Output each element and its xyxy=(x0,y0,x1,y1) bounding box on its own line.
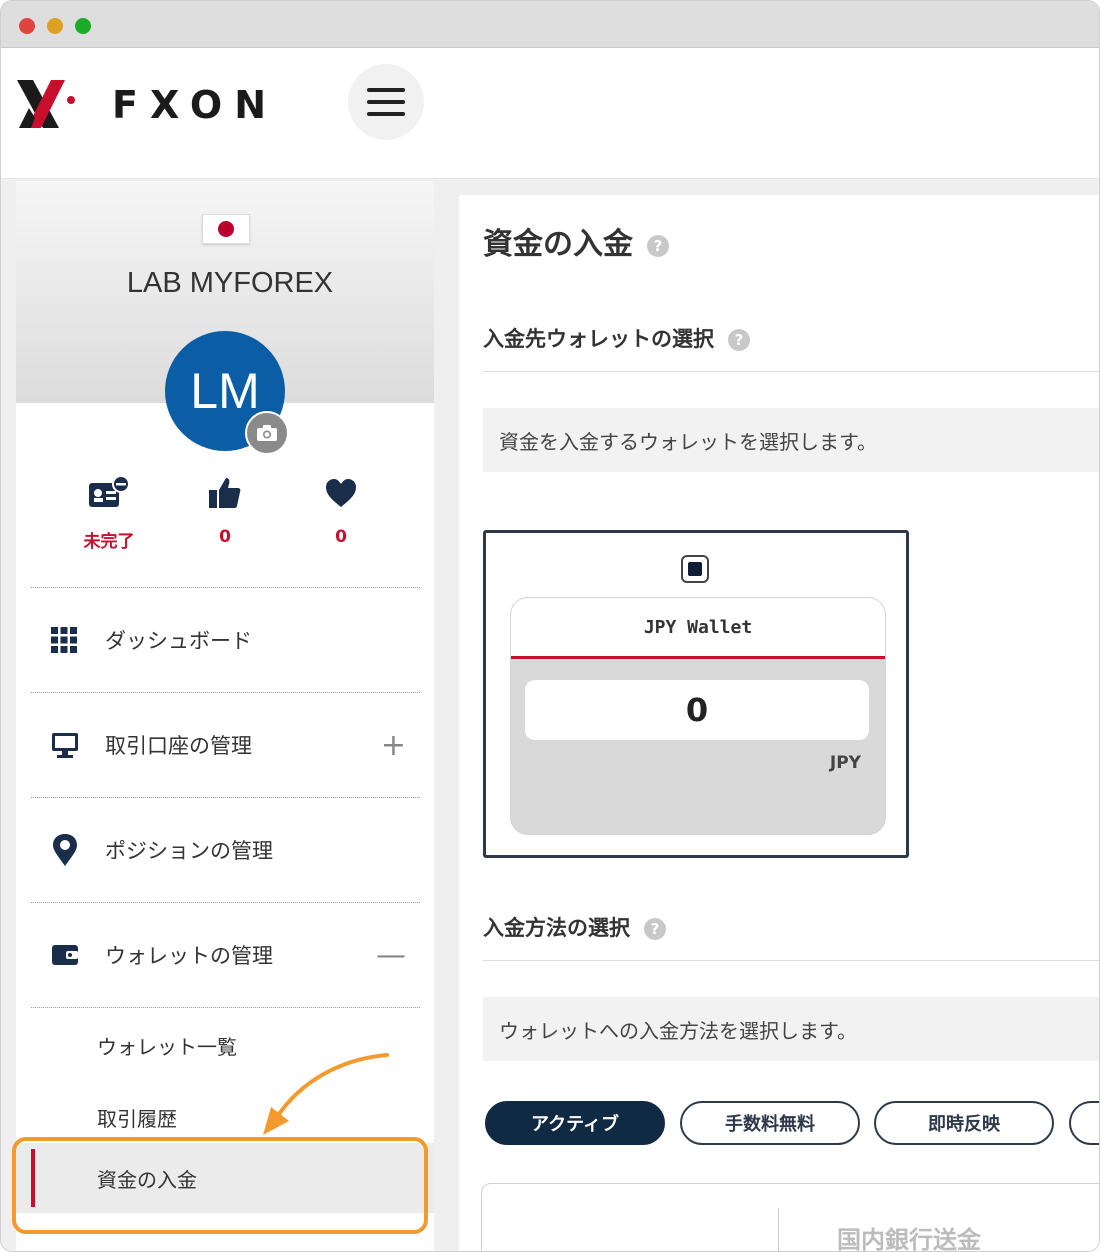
sidebar-item-label: ダッシュボード xyxy=(105,629,252,653)
filter-no-fee-button[interactable]: 手数料無料 xyxy=(680,1101,860,1145)
stat-verification[interactable]: 未完了 xyxy=(64,475,154,552)
method-section-title-text: 入金方法の選択 xyxy=(483,916,630,940)
wallet-option-jpy[interactable]: JPY Wallet 0 JPY xyxy=(483,530,909,858)
japan-flag-icon xyxy=(202,214,250,244)
callout-highlight-box xyxy=(12,1137,428,1234)
stat-favorites-label: 0 xyxy=(335,527,347,547)
stat-favorites[interactable]: 0 xyxy=(296,475,386,547)
browser-window: FXON LAB MYFOREX LM 未完了 0 0 ダッシュボード 取引口座… xyxy=(0,0,1100,1252)
section-divider xyxy=(483,371,1099,372)
wallet-section-title: 入金先ウォレットの選択? xyxy=(483,323,750,353)
filter-more-button[interactable] xyxy=(1069,1101,1099,1145)
sidebar-item-label: ポジションの管理 xyxy=(105,839,273,863)
collapse-icon[interactable]: — xyxy=(376,903,406,1007)
wallet-card: JPY Wallet 0 JPY xyxy=(510,597,886,835)
page-title: 資金の入金? xyxy=(483,219,669,263)
filter-instant-button[interactable]: 即時反映 xyxy=(874,1101,1054,1145)
sidebar-subitem-wallet-list[interactable]: ウォレット一覧 xyxy=(97,1031,237,1060)
site-header: FXON xyxy=(1,48,1099,179)
fxon-logo-icon[interactable] xyxy=(15,76,77,132)
profile-username: LAB MYFOREX xyxy=(126,267,334,299)
map-pin-icon xyxy=(51,798,79,902)
help-icon[interactable]: ? xyxy=(728,329,750,351)
deposit-method-card[interactable]: 国内銀行送金 xyxy=(481,1183,1099,1252)
wallet-currency: JPY xyxy=(829,753,861,773)
sidebar-item-wallet-management[interactable]: ウォレットの管理 — xyxy=(31,903,420,1007)
hamburger-menu-button[interactable] xyxy=(348,64,424,140)
stat-likes-label: 0 xyxy=(219,527,231,547)
wallet-balance: 0 xyxy=(525,680,869,740)
sidebar-divider xyxy=(31,1007,420,1008)
sidebar-item-label: 取引口座の管理 xyxy=(105,734,252,758)
sidebar-item-dashboard[interactable]: ダッシュボード xyxy=(31,588,420,692)
sidebar-item-position-management[interactable]: ポジションの管理 xyxy=(31,798,420,902)
heart-icon xyxy=(326,479,356,507)
page-title-text: 資金の入金 xyxy=(483,227,633,262)
wallet-section-description: 資金を入金するウォレットを選択します。 xyxy=(483,408,1099,472)
wallet-icon xyxy=(51,903,79,1007)
minimize-window-button[interactable] xyxy=(47,18,63,34)
method-divider xyxy=(778,1208,779,1251)
method-section-title: 入金方法の選択? xyxy=(483,912,666,942)
fxon-wordmark: FXON xyxy=(112,86,278,126)
sidebar-subitem-transaction-history[interactable]: 取引履歴 xyxy=(97,1103,177,1132)
maximize-window-button[interactable] xyxy=(75,18,91,34)
hamburger-menu-icon xyxy=(367,88,405,116)
monitor-icon xyxy=(51,693,79,797)
callout-arrow-icon xyxy=(263,1053,389,1135)
wallet-name: JPY Wallet xyxy=(511,598,885,659)
help-icon[interactable]: ? xyxy=(644,918,666,940)
section-divider xyxy=(483,960,1099,961)
id-card-icon xyxy=(89,475,130,507)
wallet-section-title-text: 入金先ウォレットの選択 xyxy=(483,327,714,351)
deposit-method-label: 国内銀行送金 xyxy=(837,1226,981,1252)
window-titlebar xyxy=(1,1,1099,48)
camera-icon[interactable] xyxy=(245,411,289,455)
method-section-description: ウォレットへの入金方法を選択します。 xyxy=(483,997,1099,1061)
filter-active-button[interactable]: アクティブ xyxy=(485,1101,665,1145)
wallet-select-checkbox[interactable] xyxy=(681,555,709,583)
grid-icon xyxy=(51,588,77,692)
help-icon[interactable]: ? xyxy=(647,234,669,257)
main-content: 資金の入金? 入金先ウォレットの選択? 資金を入金するウォレットを選択します。 … xyxy=(459,195,1099,1252)
stat-likes[interactable]: 0 xyxy=(180,475,270,547)
sidebar-item-account-management[interactable]: 取引口座の管理 + xyxy=(31,693,420,797)
expand-icon[interactable]: + xyxy=(381,693,406,797)
sidebar-item-label: ウォレットの管理 xyxy=(105,944,273,968)
close-window-button[interactable] xyxy=(19,18,35,34)
thumbs-up-icon xyxy=(209,478,241,508)
stat-verification-label: 未完了 xyxy=(83,532,135,552)
svg-text:FXON: FXON xyxy=(112,86,278,126)
